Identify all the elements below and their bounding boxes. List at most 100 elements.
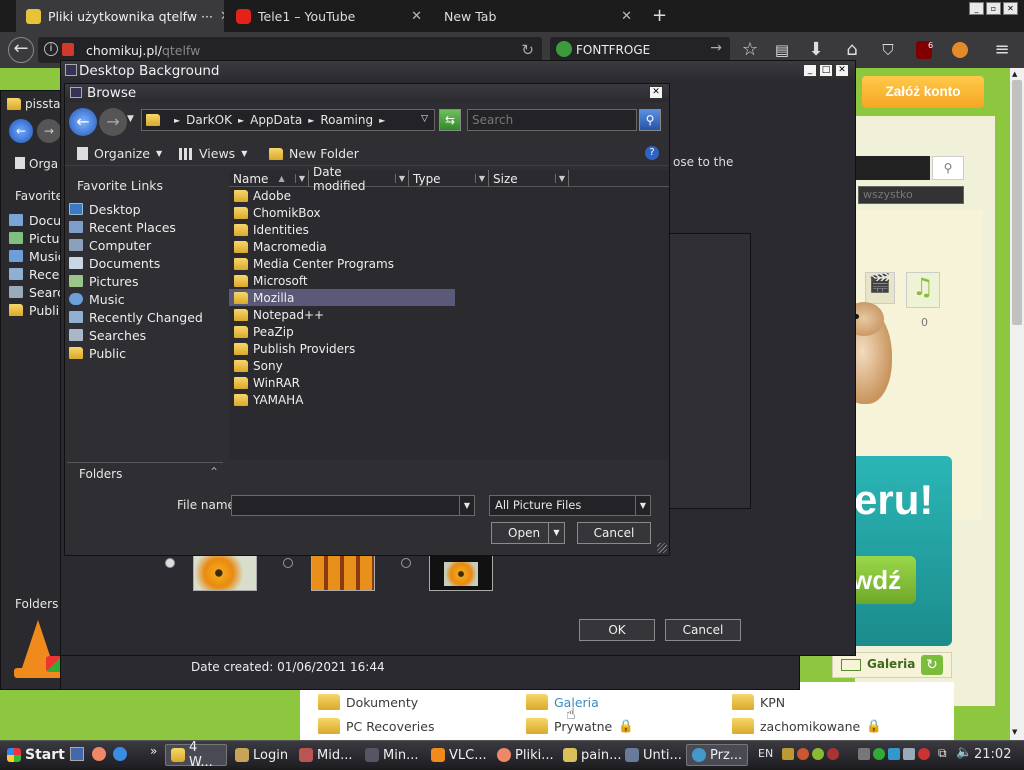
forward-arrow-icon[interactable]: → (99, 108, 127, 136)
reader-list-icon[interactable]: ▤ (770, 38, 794, 62)
tab-youtube[interactable]: Tele1 – YouTube ✕ (226, 0, 432, 32)
nav-item-documents[interactable]: Documents (69, 254, 203, 272)
column-dropdown-icon[interactable]: ▼ (394, 174, 408, 183)
breadcrumb-item[interactable]: DarkOK (186, 113, 232, 127)
info-icon[interactable]: i (44, 42, 58, 56)
column-header-name[interactable]: Name ▲ ▼ (229, 170, 309, 187)
folder-item[interactable]: PC Recoveries (318, 718, 434, 734)
sidebar-item[interactable]: Pictu (9, 229, 65, 247)
folder-item[interactable]: KPN (732, 694, 785, 710)
file-row[interactable]: Mozilla (229, 289, 455, 306)
explorer-tab[interactable]: pissta (7, 97, 61, 111)
nav-item-pictures[interactable]: Pictures (69, 272, 203, 290)
extension-fox-icon[interactable] (948, 38, 972, 62)
network-icon[interactable]: ⧉ (938, 746, 947, 761)
start-button[interactable]: Start (2, 744, 70, 766)
nav-item-searches[interactable]: Searches (69, 326, 203, 344)
taskbar-item-paint[interactable]: pain... (558, 744, 621, 766)
hamburger-menu-icon[interactable]: ≡ (990, 38, 1014, 62)
file-row[interactable]: Notepad++ (229, 306, 459, 323)
search-input[interactable]: Search (467, 109, 637, 131)
recent-pages-dropdown-icon[interactable]: ▼ (127, 114, 134, 124)
collapse-chevron-icon[interactable]: ⌃ (209, 465, 219, 479)
file-row[interactable]: Adobe (229, 187, 459, 204)
taskbar-item-vlc[interactable]: VLC... (426, 744, 488, 766)
position-radio[interactable] (401, 558, 411, 568)
scroll-down-icon[interactable]: ▼ (1012, 728, 1017, 736)
close-window-icon[interactable]: ✕ (835, 64, 849, 77)
tab-chomikuj[interactable]: Pliki użytkownika qtelfw ··· ✕ (16, 0, 224, 32)
tray-app-icon[interactable] (827, 748, 839, 760)
file-row[interactable]: YAMAHA (229, 391, 459, 408)
page-search-button-icon[interactable]: ⚲ (932, 156, 964, 180)
forward-arrow-icon[interactable]: → (37, 119, 61, 143)
back-arrow-icon[interactable]: ← (8, 37, 34, 63)
folder-item[interactable]: zachomikowane 🔒 (732, 718, 882, 734)
column-header-size[interactable]: Size ▼ (489, 170, 569, 187)
tab-new-tab[interactable]: New Tab ✕ (434, 0, 642, 32)
page-search-input[interactable] (855, 156, 930, 180)
address-dropdown-icon[interactable]: ▽ (421, 114, 428, 124)
file-type-select[interactable]: All Picture Files (489, 495, 651, 516)
pocket-icon[interactable]: ⛉ (876, 38, 900, 62)
cancel-button[interactable]: Cancel (665, 619, 741, 641)
close-window-icon[interactable]: ✕ (1003, 2, 1018, 15)
sidebar-item[interactable]: Music (9, 247, 65, 265)
folder-item[interactable]: Dokumenty (318, 694, 418, 710)
language-indicator[interactable]: EN (758, 747, 773, 760)
show-desktop-icon[interactable] (70, 747, 84, 761)
zaloz-konto-button[interactable]: Załóż konto (862, 76, 984, 108)
resize-grip-icon[interactable] (657, 543, 667, 553)
file-name-input[interactable] (231, 495, 475, 516)
taskbar-item-min[interactable]: Min... (360, 744, 422, 766)
tray-app-icon[interactable] (903, 748, 915, 760)
breadcrumb-arrow-icon[interactable]: ► (308, 116, 314, 125)
file-row[interactable]: WinRAR (229, 374, 459, 391)
views-menu[interactable]: Views ▼ (179, 146, 247, 161)
organize-menu[interactable]: Organize ▼ (77, 146, 162, 161)
nav-item-public[interactable]: Public (69, 344, 203, 362)
center-thumbnail-image[interactable] (429, 555, 493, 591)
close-tab-icon[interactable]: ✕ (220, 9, 224, 24)
sidebar-item[interactable]: Rece (9, 265, 65, 283)
nav-item-desktop[interactable]: Desktop (69, 200, 203, 218)
refresh-icon[interactable]: ↻ (921, 655, 943, 675)
file-row[interactable]: Sony (229, 357, 459, 374)
minimize-icon[interactable]: _ (803, 64, 817, 77)
nav-item-recently-changed[interactable]: Recently Changed (69, 308, 203, 326)
tile-thumbnail-image[interactable] (311, 555, 375, 591)
bookmark-star-icon[interactable]: ☆ (738, 38, 762, 62)
ublock-icon[interactable]: 6 (912, 38, 936, 62)
grid-view-icon[interactable] (841, 659, 861, 671)
nav-item-music[interactable]: Music (69, 290, 203, 308)
tray-app-icon[interactable] (858, 748, 870, 760)
close-tab-icon[interactable]: ✕ (621, 9, 632, 24)
back-arrow-icon[interactable]: ← (9, 119, 33, 143)
downloads-icon[interactable]: ⬇ (804, 38, 828, 62)
refresh-icon[interactable]: ⇆ (439, 109, 461, 131)
tray-app-icon[interactable] (797, 748, 809, 760)
maximize-icon[interactable]: □ (819, 64, 833, 77)
open-button[interactable]: Open ▼ (491, 522, 565, 544)
file-row[interactable]: PeaZip (229, 323, 459, 340)
minimize-icon[interactable]: _ (969, 2, 984, 15)
close-tab-icon[interactable]: ✕ (411, 9, 422, 24)
volume-icon[interactable]: 🔈 (956, 745, 972, 760)
fill-thumbnail-image[interactable] (193, 555, 257, 591)
organize-menu[interactable]: Orga (15, 157, 58, 171)
file-row[interactable]: Media Center Programs (229, 255, 459, 272)
position-radio[interactable] (283, 558, 293, 568)
folders-pane-label[interactable]: Folders (15, 597, 58, 611)
breadcrumb-item[interactable]: Roaming (320, 113, 373, 127)
sidebar-item[interactable]: Publi (9, 301, 65, 319)
ie-quicklaunch-icon[interactable] (113, 747, 127, 761)
new-folder-button[interactable]: New Folder (269, 146, 359, 161)
help-icon[interactable]: ? (645, 146, 659, 160)
home-icon[interactable]: ⌂ (840, 38, 864, 62)
address-breadcrumb[interactable]: ► DarkOK ► AppData ► Roaming ► ▽ (141, 109, 435, 131)
back-arrow-icon[interactable]: ← (69, 108, 97, 136)
galeria-label[interactable]: Galeria (867, 657, 915, 671)
firefox-quicklaunch-icon[interactable] (92, 747, 106, 761)
taskbar-item-mid[interactable]: Mid... (294, 744, 356, 766)
taskbar-item-explorer-group[interactable]: 4 W... (165, 740, 227, 770)
